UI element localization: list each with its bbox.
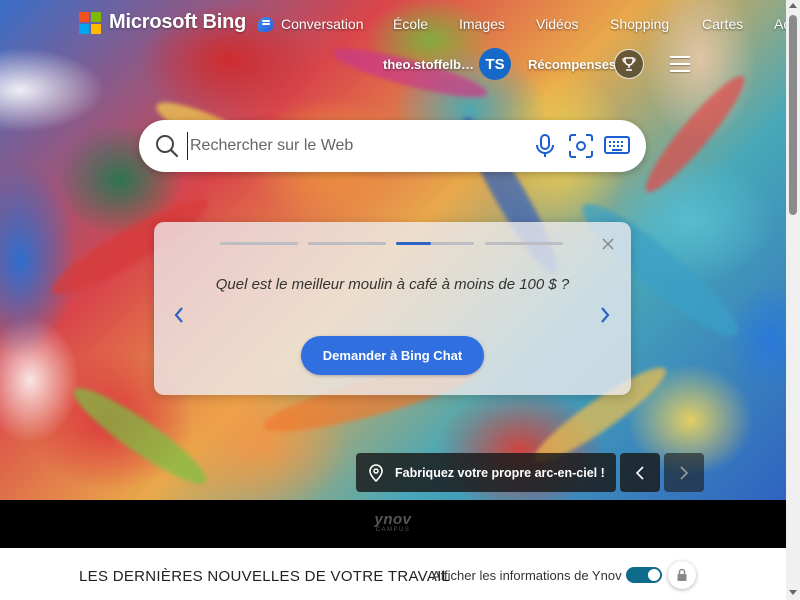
chevron-right-icon[interactable]	[599, 306, 611, 324]
news-toggle[interactable]	[626, 567, 662, 583]
location-pin-icon	[369, 463, 383, 482]
search-box	[139, 120, 646, 172]
news-toggle-label: Afficher les informations de Ynov	[432, 568, 622, 583]
search-icon[interactable]	[155, 134, 179, 158]
progress-segment-active	[396, 242, 431, 245]
suggested-question: Quel est le meilleur moulin à café à moi…	[215, 276, 570, 293]
scroll-up-icon[interactable]	[789, 3, 797, 8]
logo-square-red	[79, 11, 89, 22]
microphone-icon[interactable]	[534, 133, 556, 159]
keyboard-icon[interactable]	[604, 135, 630, 155]
bing-logo[interactable]: Microsoft Bing	[79, 11, 246, 34]
image-caption[interactable]: Fabriquez votre propre arc-en-ciel !	[356, 453, 616, 492]
username[interactable]: theo.stoffelba...	[383, 57, 475, 72]
close-icon[interactable]	[601, 237, 615, 251]
progress-segment[interactable]	[220, 242, 298, 245]
top-nav: Conversation École Images Vidéos Shoppin…	[258, 16, 800, 36]
rewards-label[interactable]: Récompenses	[528, 57, 616, 72]
logo-square-green	[91, 11, 101, 22]
carousel-progress	[220, 242, 564, 246]
nav-images[interactable]: Images	[459, 16, 505, 32]
previous-image-button[interactable]	[620, 453, 660, 492]
chevron-left-icon	[635, 465, 644, 480]
nav-shopping[interactable]: Shopping	[610, 16, 669, 32]
lock-button[interactable]	[668, 561, 696, 589]
logo-square-yellow	[91, 23, 101, 34]
nav-videos[interactable]: Vidéos	[536, 16, 579, 32]
menu-icon[interactable]	[670, 56, 690, 72]
page-scrollbar[interactable]	[786, 0, 800, 600]
progress-segment[interactable]	[485, 242, 563, 245]
search-input[interactable]	[187, 132, 517, 160]
nav-conversation[interactable]: Conversation	[281, 16, 364, 32]
brand-name: Microsoft Bing	[109, 11, 247, 33]
microsoft-logo-icon	[79, 11, 101, 34]
caption-text: Fabriquez votre propre arc-en-ciel !	[395, 465, 605, 480]
progress-segment[interactable]	[308, 242, 386, 245]
organization-logo-main: ynov	[374, 511, 412, 528]
lock-icon	[677, 568, 687, 581]
avatar[interactable]: TS	[479, 48, 511, 80]
chevron-left-icon[interactable]	[173, 306, 185, 324]
nav-ecole[interactable]: École	[393, 16, 428, 32]
news-section-title: LES DERNIÈRES NOUVELLES DE VOTRE TRAVAIL	[79, 568, 451, 585]
organization-logo: ynov CAMPUS	[368, 511, 418, 534]
scrollbar-thumb[interactable]	[789, 15, 797, 215]
chat-suggestion-card: Quel est le meilleur moulin à café à moi…	[154, 222, 631, 395]
trophy-icon	[622, 57, 636, 71]
next-image-button[interactable]	[664, 453, 704, 492]
nav-cartes[interactable]: Cartes	[702, 16, 743, 32]
chevron-right-icon	[680, 465, 689, 480]
visual-search-icon[interactable]	[568, 133, 594, 159]
ask-bing-chat-button[interactable]: Demander à Bing Chat	[301, 336, 484, 375]
organization-logo-sub: CAMPUS	[375, 527, 411, 533]
rewards-button[interactable]	[614, 49, 644, 79]
logo-square-blue	[79, 23, 89, 34]
chat-icon[interactable]	[258, 17, 274, 32]
scroll-down-icon[interactable]	[789, 590, 797, 595]
